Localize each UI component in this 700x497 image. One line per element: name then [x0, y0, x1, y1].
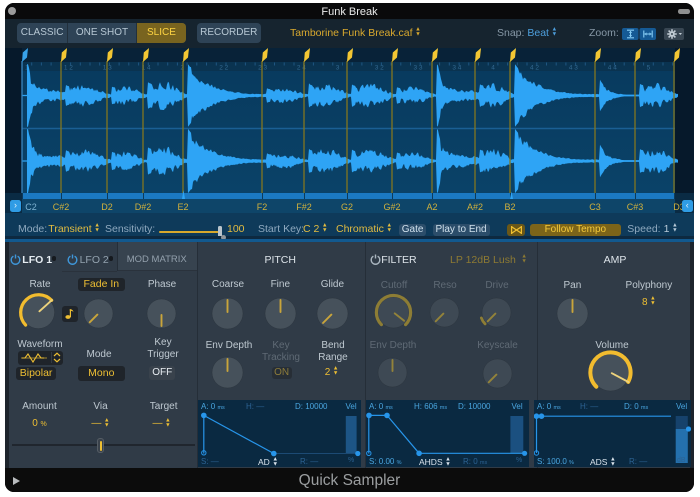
svg-text:3 2: 3 2 — [375, 65, 384, 72]
svg-text:3: 3 — [336, 65, 340, 72]
svg-text:4 4: 4 4 — [608, 65, 617, 72]
svg-text:4 3: 4 3 — [569, 65, 578, 72]
svg-text:4: 4 — [491, 65, 495, 72]
svg-text:2 4: 2 4 — [297, 65, 306, 72]
svg-text:1 2: 1 2 — [64, 65, 73, 72]
svg-text:2 3: 2 3 — [258, 65, 267, 72]
svg-text:5: 5 — [647, 65, 651, 72]
svg-text:3 4: 3 4 — [452, 65, 461, 72]
svg-text:4 2: 4 2 — [530, 65, 539, 72]
svg-text:2 2: 2 2 — [219, 65, 228, 72]
svg-text:3 3: 3 3 — [414, 65, 423, 72]
